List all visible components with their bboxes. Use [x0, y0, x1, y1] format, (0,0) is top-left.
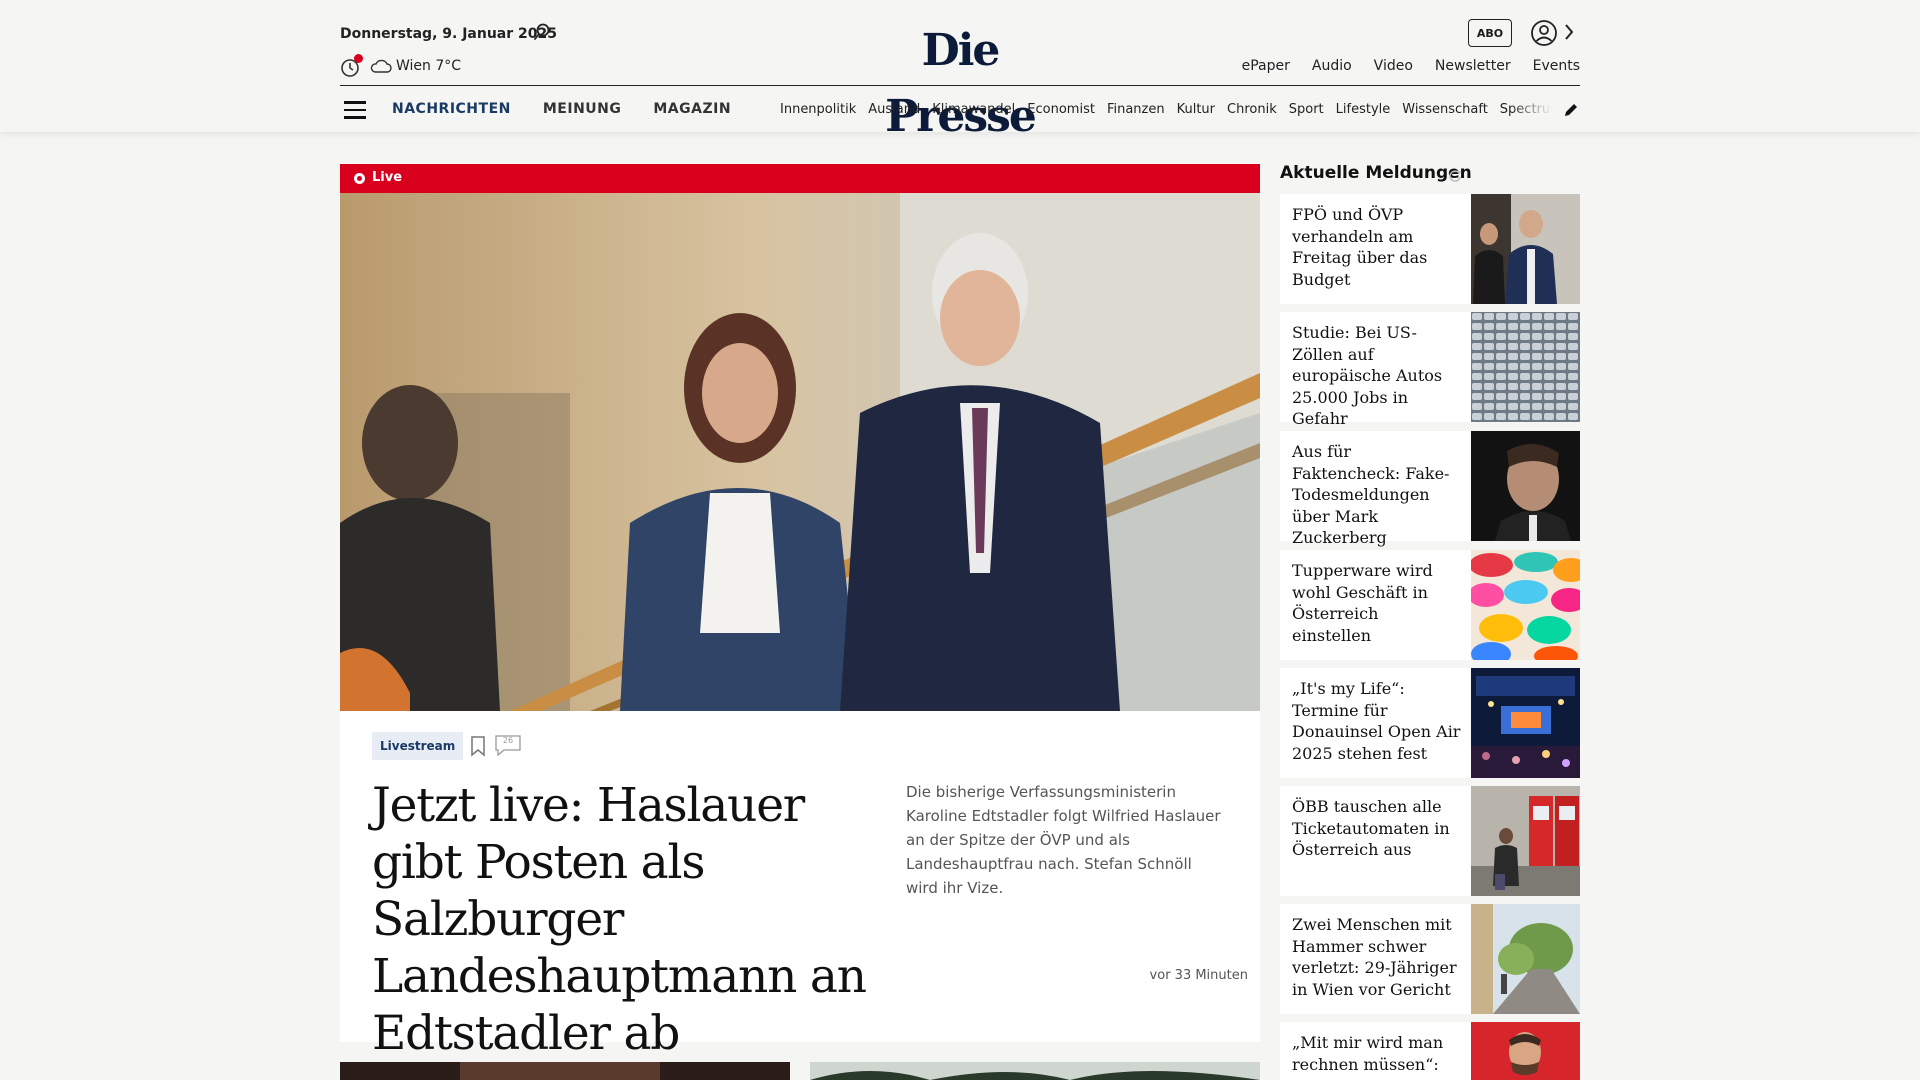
lead-timestamp: vor 33 Minuten [1149, 968, 1248, 983]
news-thumbnail [1471, 1022, 1580, 1080]
news-headline: ÖBB tauschen alle Ticketautomaten in Öst… [1292, 797, 1450, 859]
subnav-economist[interactable]: Economist [1027, 102, 1095, 117]
link-events[interactable]: Events [1533, 58, 1580, 74]
news-headline: „Mit mir wird man rechnen müssen“: [1292, 1033, 1444, 1074]
news-item[interactable]: „It's my Life“: Termine für Donauinsel O… [1280, 668, 1580, 778]
news-item[interactable]: FPÖ und ÖVP verhandeln am Freitag über d… [1280, 194, 1580, 304]
news-headline: Zwei Menschen mit Hammer schwer verletzt… [1292, 915, 1457, 999]
header-inner: Donnerstag, 9. Januar 2025 Wien 7°C Die … [340, 0, 1580, 142]
subnav-klimawandel[interactable]: Klimawandel [932, 102, 1015, 117]
current-date: Donnerstag, 9. Januar 2025 [340, 26, 557, 42]
hero-image[interactable] [340, 193, 1260, 711]
lead-headline[interactable]: Jetzt live: Haslauer gibt Posten als Sal… [372, 777, 872, 1062]
live-bar: Live [340, 164, 1260, 193]
site-header: Donnerstag, 9. Januar 2025 Wien 7°C Die … [0, 0, 1920, 142]
bookmark-icon[interactable] [470, 735, 486, 757]
subnav-kultur[interactable]: Kultur [1177, 102, 1215, 117]
nav-nachrichten[interactable]: NACHRICHTEN [392, 101, 511, 117]
nav-meinung[interactable]: MEINUNG [543, 101, 622, 117]
subnav-lifestyle[interactable]: Lifestyle [1336, 102, 1391, 117]
news-thumbnail [1471, 550, 1580, 660]
teaser-image-2[interactable] [810, 1062, 1260, 1080]
sidebar-title: Aktuelle Meldungen [1280, 163, 1472, 183]
news-headline: Aus für Faktencheck: Fake-Todesmel­dunge… [1292, 442, 1450, 547]
link-epaper[interactable]: ePaper [1242, 58, 1290, 74]
news-thumbnail [1471, 668, 1580, 778]
news-item[interactable]: „Mit mir wird man rechnen müssen“: [1280, 1022, 1580, 1080]
refresh-icon[interactable] [1448, 169, 1462, 183]
subnav-ausland[interactable]: Ausland [868, 102, 920, 117]
search-icon[interactable] [532, 22, 552, 42]
user-icon[interactable] [1530, 19, 1558, 47]
hamburger-icon[interactable] [344, 101, 366, 119]
news-thumbnail [1471, 194, 1580, 304]
lead-teaser: Die bisherige Verfassungsministerin Karo… [906, 783, 1221, 897]
site-logo[interactable]: Die Presse [858, 18, 1062, 142]
news-thumbnail [1471, 312, 1580, 422]
link-audio[interactable]: Audio [1312, 58, 1352, 74]
chevron-right-icon[interactable] [1562, 22, 1576, 42]
news-headline: Studie: Bei US-Zöllen auf europäische Au… [1292, 323, 1443, 428]
news-item[interactable]: ÖBB tauschen alle Ticketautomaten in Öst… [1280, 786, 1580, 896]
pencil-icon[interactable] [1562, 101, 1580, 119]
link-video[interactable]: Video [1374, 58, 1413, 74]
news-item[interactable]: Zwei Menschen mit Hammer schwer verletzt… [1280, 904, 1580, 1014]
live-label: Live [372, 170, 403, 185]
livestream-tag[interactable]: Livestream [372, 732, 464, 760]
news-thumbnail [1471, 904, 1580, 1014]
comment-count: 26 [502, 736, 514, 745]
main-nav: NACHRICHTEN MEINUNG MAGAZIN [392, 101, 731, 117]
sub-nav: Innenpolitik Ausland Klimawandel Economi… [780, 102, 1552, 117]
subnav-innenpolitik[interactable]: Innenpolitik [780, 102, 856, 117]
news-item[interactable]: Tupperware wird wohl Geschäft in Österre… [1280, 550, 1580, 660]
subnav-finanzen[interactable]: Finanzen [1107, 102, 1165, 117]
subnav-chronik[interactable]: Chronik [1227, 102, 1277, 117]
header-divider [340, 85, 1580, 86]
subnav-sport[interactable]: Sport [1289, 102, 1324, 117]
teaser-image-1[interactable] [340, 1062, 790, 1080]
news-thumbnail [1471, 431, 1580, 541]
weather-label[interactable]: Wien 7°C [396, 58, 461, 74]
news-headline: FPÖ und ÖVP verhandeln am Freitag über d… [1292, 205, 1428, 289]
subnav-fade [1510, 96, 1552, 126]
news-item[interactable]: Studie: Bei US-Zöllen auf europäische Au… [1280, 312, 1580, 428]
abo-button[interactable]: ABO [1468, 19, 1512, 47]
news-item[interactable]: Aus für Faktencheck: Fake-Todesmel­dunge… [1280, 431, 1580, 547]
notification-dot [354, 54, 363, 63]
news-headline: Tupperware wird wohl Geschäft in Österre… [1292, 561, 1433, 645]
live-dot-icon [354, 173, 365, 184]
top-links: ePaper Audio Video Newsletter Events [1242, 58, 1580, 74]
nav-magazin[interactable]: MAGAZIN [653, 101, 731, 117]
lead-article[interactable]: Live Livestream 26 Jetzt live: Haslauer … [340, 164, 1260, 1061]
news-headline: „It's my Life“: Termine für Donauinsel O… [1292, 679, 1461, 763]
news-thumbnail [1471, 786, 1580, 896]
subnav-wissenschaft[interactable]: Wissenschaft [1402, 102, 1488, 117]
cloud-icon [370, 59, 392, 73]
link-newsletter[interactable]: Newsletter [1435, 58, 1511, 74]
